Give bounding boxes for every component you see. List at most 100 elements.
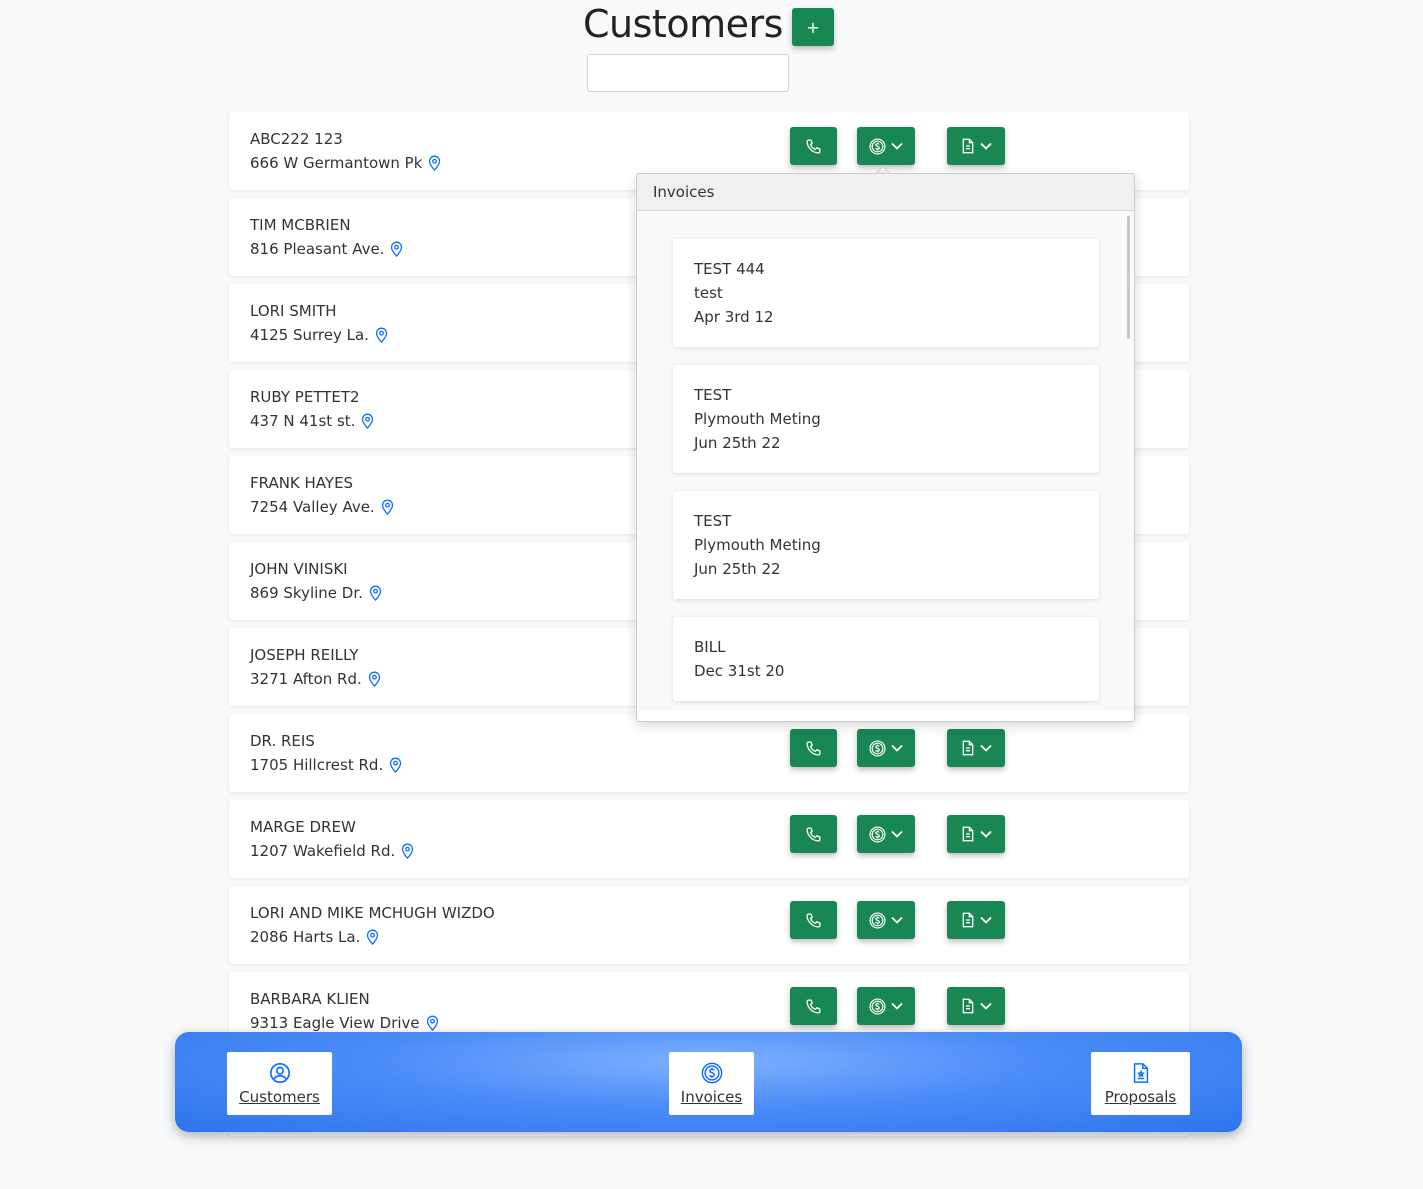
chevron-down-icon: [975, 1002, 992, 1010]
invoice-line: Dec 31st 20: [694, 662, 785, 680]
customer-name: JOHN VINISKI: [250, 560, 348, 578]
proposals-dropdown-button[interactable]: [947, 127, 1005, 165]
customer-address-text: 9313 Eagle View Drive: [250, 1014, 420, 1032]
customer-address[interactable]: 2086 Harts La.: [250, 928, 379, 946]
nav-customers[interactable]: Customers: [227, 1052, 332, 1115]
invoice-line: Plymouth Meting: [694, 410, 821, 428]
customer-address[interactable]: 4125 Surrey La.: [250, 326, 388, 344]
invoices-popover: Invoices TEST 444 test Apr 3rd 12 TEST Plymo…: [636, 173, 1135, 722]
phone-icon: [805, 138, 822, 155]
customer-name: LORI AND MIKE MCHUGH WIZDO: [250, 904, 495, 922]
customer-address-text: 2086 Harts La.: [250, 928, 361, 946]
nav-customers-label: Customers: [239, 1087, 320, 1106]
call-button[interactable]: [790, 815, 837, 853]
customer-address[interactable]: 869 Skyline Dr.: [250, 584, 382, 602]
customer-address[interactable]: 666 W Germantown Pk: [250, 154, 441, 172]
map-pin-icon[interactable]: [389, 757, 402, 773]
customer-name: DR. REIS: [250, 732, 315, 750]
customer-address[interactable]: 1705 Hillcrest Rd.: [250, 756, 402, 774]
customer-address[interactable]: 1207 Wakefield Rd.: [250, 842, 414, 860]
chevron-down-icon: [975, 142, 992, 150]
document-icon: [961, 912, 975, 928]
map-pin-icon[interactable]: [381, 499, 394, 515]
call-button[interactable]: [790, 127, 837, 165]
customer-address[interactable]: 7254 Valley Ave.: [250, 498, 394, 516]
invoice-line: Jun 25th 22: [694, 560, 781, 578]
invoices-dropdown-button[interactable]: [857, 815, 915, 853]
phone-icon: [805, 740, 822, 757]
map-pin-icon[interactable]: [426, 1015, 439, 1031]
nav-proposals[interactable]: Proposals: [1091, 1052, 1190, 1115]
customer-address[interactable]: 9313 Eagle View Drive: [250, 1014, 439, 1032]
call-button[interactable]: [790, 729, 837, 767]
nav-invoices[interactable]: Invoices: [669, 1052, 754, 1115]
user-circle-icon: [269, 1062, 290, 1083]
map-pin-icon[interactable]: [428, 155, 441, 171]
customer-row[interactable]: DR. REIS 1705 Hillcrest Rd.: [229, 714, 1189, 792]
invoices-dropdown-button[interactable]: [857, 127, 915, 165]
phone-icon: [805, 998, 822, 1015]
customer-name: MARGE DREW: [250, 818, 356, 836]
map-pin-icon[interactable]: [361, 413, 374, 429]
invoice-line: Plymouth Meting: [694, 536, 821, 554]
proposals-dropdown-button[interactable]: [947, 987, 1005, 1025]
invoice-card[interactable]: TEST 444 test Apr 3rd 12: [673, 239, 1099, 347]
proposals-dropdown-button[interactable]: [947, 901, 1005, 939]
dollar-circle-icon: [869, 137, 886, 155]
customer-name: JOSEPH REILLY: [250, 646, 359, 664]
chevron-down-icon: [886, 744, 903, 752]
invoices-dropdown-button[interactable]: [857, 987, 915, 1025]
document-icon: [961, 998, 975, 1014]
customer-address-text: 1207 Wakefield Rd.: [250, 842, 396, 860]
customer-address-text: 3271 Afton Rd.: [250, 670, 362, 688]
map-pin-icon[interactable]: [401, 843, 414, 859]
map-pin-icon[interactable]: [368, 671, 381, 687]
chevron-down-icon: [886, 1002, 903, 1010]
customer-address-text: 4125 Surrey La.: [250, 326, 369, 344]
invoice-line: TEST 444: [694, 260, 765, 278]
customer-address-text: 1705 Hillcrest Rd.: [250, 756, 384, 774]
customer-address-text: 666 W Germantown Pk: [250, 154, 423, 172]
invoices-dropdown-button[interactable]: [857, 901, 915, 939]
add-customer-button[interactable]: +: [792, 8, 834, 46]
call-button[interactable]: [790, 901, 837, 939]
popover-title: Invoices: [637, 174, 1134, 211]
invoice-card[interactable]: TEST Plymouth Meting Jun 25th 22: [673, 365, 1099, 473]
customer-row[interactable]: MARGE DREW 1207 Wakefield Rd.: [229, 800, 1189, 878]
customer-name: TIM MCBRIEN: [250, 216, 351, 234]
dollar-circle-icon: [869, 825, 886, 843]
page-header: Customers +: [0, 0, 1423, 92]
document-star-icon: [1133, 1062, 1148, 1083]
chevron-down-icon: [975, 830, 992, 838]
dollar-circle-icon: [701, 1062, 722, 1083]
map-pin-icon[interactable]: [369, 585, 382, 601]
phone-icon: [805, 912, 822, 929]
call-button[interactable]: [790, 987, 837, 1025]
customer-address[interactable]: 437 N 41st st.: [250, 412, 374, 430]
map-pin-icon[interactable]: [375, 327, 388, 343]
map-pin-icon[interactable]: [366, 929, 379, 945]
dollar-circle-icon: [869, 911, 886, 929]
popover-body[interactable]: TEST 444 test Apr 3rd 12 TEST Plymouth Metin…: [637, 211, 1134, 711]
chevron-down-icon: [886, 142, 903, 150]
proposals-dropdown-button[interactable]: [947, 729, 1005, 767]
invoices-dropdown-button[interactable]: [857, 729, 915, 767]
customer-address-text: 437 N 41st st.: [250, 412, 356, 430]
customer-name: FRANK HAYES: [250, 474, 354, 492]
chevron-down-icon: [886, 916, 903, 924]
popover-scrollbar[interactable]: [1127, 216, 1130, 339]
invoice-card[interactable]: BILL Dec 31st 20: [673, 617, 1099, 701]
bottom-nav: Customers Invoices Proposals: [175, 1032, 1242, 1132]
customer-address[interactable]: 816 Pleasant Ave.: [250, 240, 403, 258]
customer-address[interactable]: 3271 Afton Rd.: [250, 670, 381, 688]
invoice-line: Jun 25th 22: [694, 434, 781, 452]
customer-name: ABC222 123: [250, 130, 343, 148]
invoice-card[interactable]: TEST Plymouth Meting Jun 25th 22: [673, 491, 1099, 599]
proposals-dropdown-button[interactable]: [947, 815, 1005, 853]
customer-row[interactable]: LORI AND MIKE MCHUGH WIZDO 2086 Harts La.: [229, 886, 1189, 964]
search-input[interactable]: [587, 54, 789, 92]
map-pin-icon[interactable]: [390, 241, 403, 257]
document-icon: [961, 740, 975, 756]
customer-address-text: 816 Pleasant Ave.: [250, 240, 385, 258]
invoice-line: TEST: [694, 386, 732, 404]
